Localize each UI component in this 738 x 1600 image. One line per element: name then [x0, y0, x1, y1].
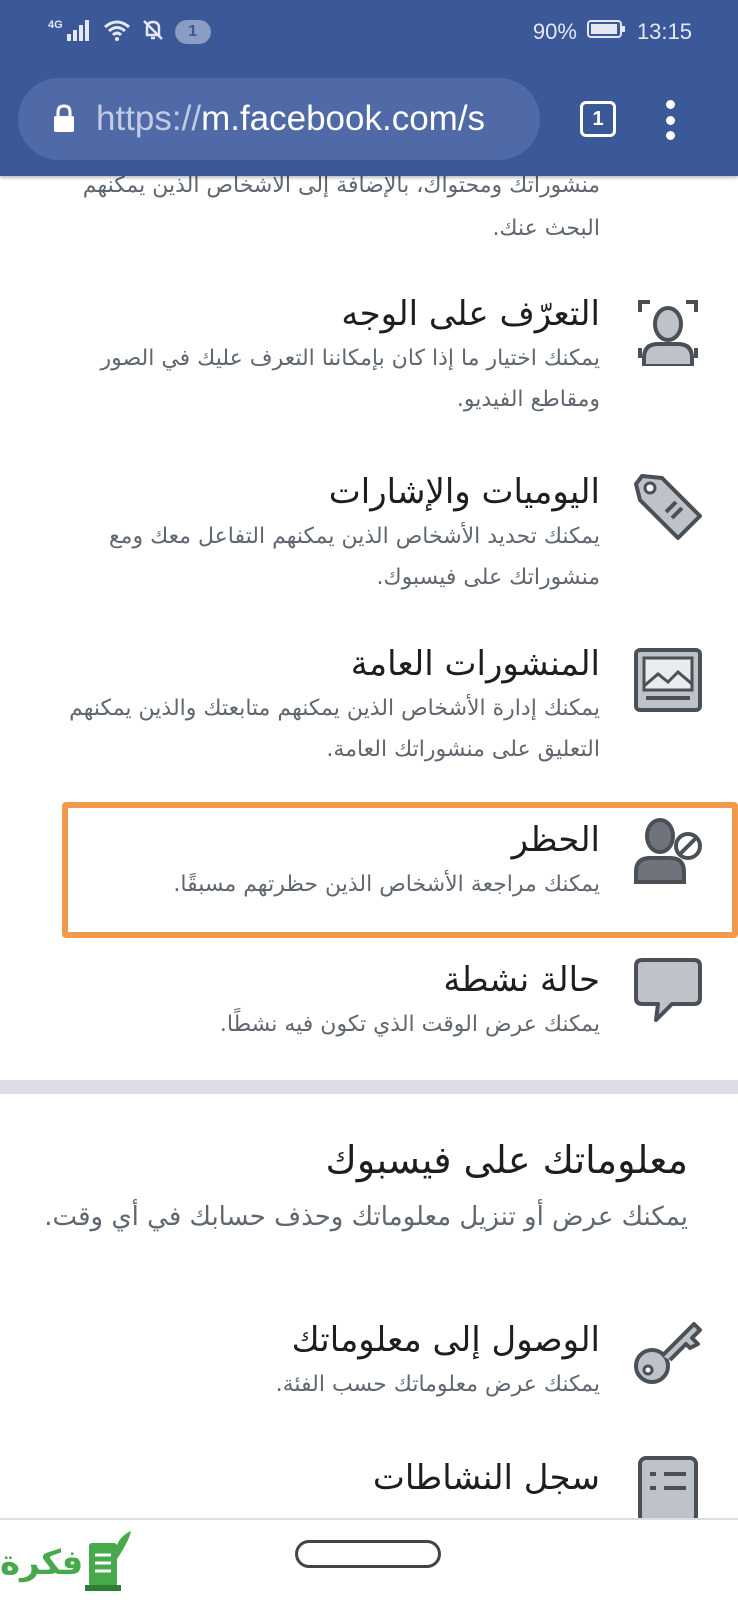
- watermark-text: فكرة: [0, 1543, 84, 1583]
- section-title: معلوماتك على فيسبوك: [325, 1138, 688, 1182]
- book-leaf-icon: [83, 1529, 133, 1597]
- key-icon: [632, 1316, 704, 1388]
- network-type: 4G: [48, 18, 63, 31]
- privacy-settings-list: منشوراتك ومحتواك، بالإضافة إلى الأشخاص ا…: [0, 176, 738, 1518]
- item-title: المنشورات العامة: [350, 644, 600, 684]
- watermark-logo: فكرة: [0, 1528, 133, 1598]
- status-bar: 4G 1 90% 13:15: [0, 0, 738, 64]
- browser-top-bar: 4G 1 90% 13:15 https://m.facebook.com/s …: [0, 0, 738, 176]
- item-description: يمكنك اختيار ما إذا كان بإمكاننا التعرف …: [100, 346, 600, 412]
- item-description: يمكنك مراجعة الأشخاص الذين حظرتهم مسبقًا…: [173, 872, 600, 897]
- item-description: يمكنك عرض الوقت الذي تكون فيه نشطًا.: [219, 1012, 600, 1037]
- battery-percent: 90%: [532, 19, 577, 44]
- wifi-icon: [103, 19, 131, 46]
- chat-bubble-icon: [632, 956, 704, 1028]
- signal-icon: [66, 19, 93, 46]
- item-description: يمكنك إدارة الأشخاص الذين يمكنهم متابعتك…: [69, 696, 600, 762]
- url-scheme: https://: [96, 99, 202, 138]
- lock-icon: [52, 104, 76, 138]
- url-text[interactable]: https://m.facebook.com/s: [96, 94, 536, 144]
- tag-icon: [632, 472, 704, 544]
- tab-switcher-button[interactable]: 1: [580, 101, 616, 137]
- your-facebook-information-section: معلوماتك على فيسبوك يمكنك عرض أو تنزيل م…: [38, 1134, 688, 1240]
- item-title: الحظر: [511, 820, 600, 860]
- public-posts-icon: [632, 644, 704, 716]
- address-bar[interactable]: https://m.facebook.com/s: [18, 78, 540, 160]
- item-title: التعرّف على الوجه: [341, 294, 600, 334]
- home-gesture-handle[interactable]: [295, 1540, 441, 1568]
- item-title: الوصول إلى معلوماتك: [291, 1320, 600, 1360]
- overflow-menu-button[interactable]: [662, 100, 678, 140]
- block-user-icon: [632, 816, 704, 888]
- battery-icon: [586, 19, 627, 45]
- face-recognition-icon: [632, 294, 704, 368]
- notification-count-badge: 1: [174, 20, 211, 44]
- system-navigation-bar: فكرة: [0, 1518, 738, 1600]
- section-divider: [0, 1080, 738, 1094]
- item-title: سجل النشاطات: [372, 1458, 600, 1498]
- activity-log-icon: [632, 1454, 704, 1518]
- item-title: حالة نشطة: [443, 960, 600, 1000]
- section-description: يمكنك عرض أو تنزيل معلوماتك وحذف حسابك ف…: [44, 1202, 688, 1232]
- mute-bell-icon: [141, 18, 165, 47]
- clock: 13:15: [636, 19, 692, 44]
- url-host: m.facebook.com/s: [201, 99, 486, 138]
- item-description: يمكنك تحديد الأشخاص الذين يمكنهم التفاعل…: [108, 524, 600, 590]
- item-title: اليوميات والإشارات: [328, 472, 600, 512]
- item-description: يمكنك عرض معلوماتك حسب الفئة.: [275, 1372, 600, 1397]
- intro-description: منشوراتك ومحتواك، بالإضافة إلى الأشخاص ا…: [82, 176, 600, 241]
